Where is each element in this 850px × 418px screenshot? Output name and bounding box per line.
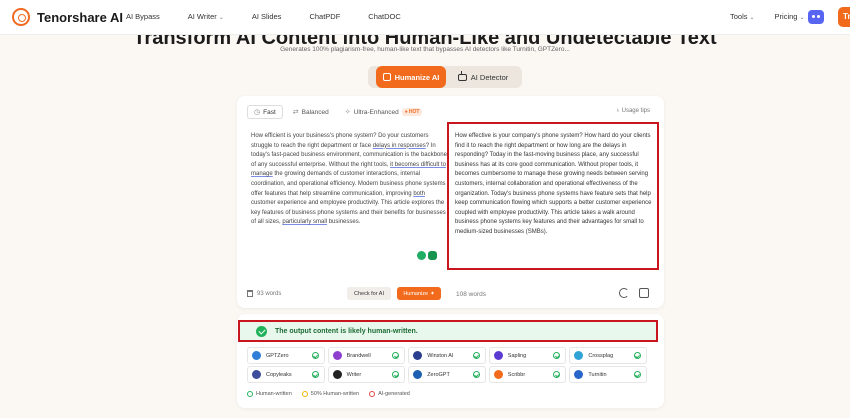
editor-card: ◷ Fast ⇄ Balanced ✧ Ultra-Enhanced ● HOT …	[237, 96, 664, 308]
refresh-icon[interactable]	[619, 288, 629, 298]
check-icon	[311, 371, 319, 378]
check-icon	[311, 352, 319, 359]
mode-tabs: ◷ Fast ⇄ Balanced ✧ Ultra-Enhanced ● HOT	[247, 105, 432, 119]
half-circle-icon	[301, 391, 308, 397]
sapling-logo-icon	[493, 351, 503, 360]
zerogpt-logo-icon	[413, 370, 423, 379]
nav-link-ai-slides[interactable]: AI Slides	[252, 12, 282, 21]
usage-tips-link[interactable]: ♁ Usage tips	[615, 108, 650, 114]
brandwell-logo-icon	[332, 351, 342, 360]
nav-link-chatdoc[interactable]: ChatDOC	[368, 12, 401, 21]
detector-grid: GPTZero Brandwell Winston AI Sapling Cro…	[247, 347, 647, 385]
clock-icon: ◷	[254, 109, 261, 116]
check-icon	[472, 371, 480, 378]
legend-partial: 50% Human-written	[301, 391, 359, 397]
detection-result-panel: The output content is likely human-writt…	[237, 314, 664, 408]
detector-winston-ai: Winston AI	[408, 347, 486, 364]
check-icon	[472, 352, 480, 359]
copyleaks-logo-icon	[252, 370, 261, 379]
nav-link-pricing[interactable]: Pricing ⌄	[775, 12, 805, 21]
tab-ultra-enhanced[interactable]: ✧ Ultra-Enhanced ● HOT	[339, 105, 429, 119]
location-icon[interactable]	[417, 251, 426, 260]
detector-sapling: Sapling	[488, 347, 567, 364]
nav-link-chatpdf[interactable]: ChatPDF	[309, 12, 340, 21]
detector-row: Copyleaks Writer ZeroGPT Scribbr Turniti…	[247, 366, 647, 383]
detector-brandwell: Brandwell	[327, 347, 406, 364]
sparkle-icon: ✦	[430, 290, 435, 297]
balance-icon: ⇄	[292, 109, 299, 116]
winston-logo-icon	[413, 351, 423, 360]
chevron-down-icon: ⌄	[749, 15, 755, 21]
hot-badge: ● HOT	[401, 108, 423, 116]
x-circle-icon	[369, 391, 376, 397]
flagged-phrase: particularly small	[282, 219, 328, 226]
try-button[interactable]: Try	[838, 7, 850, 27]
input-word-count: 93 words	[247, 290, 281, 297]
brand-logo[interactable]: Tenorshare AI	[12, 8, 123, 26]
discord-icon[interactable]	[808, 10, 824, 24]
humanize-ai-tab[interactable]: Humanize AI	[376, 66, 446, 88]
result-text: The output content is likely human-writt…	[275, 327, 418, 335]
check-circle-icon	[247, 391, 253, 397]
flagged-phrase: both	[413, 190, 425, 197]
wand-icon: ✧	[344, 109, 351, 116]
detector-row: GPTZero Brandwell Winston AI Sapling Cro…	[247, 347, 647, 364]
nav-link-ai-bypass[interactable]: AI Bypass	[126, 12, 160, 21]
humanize-button[interactable]: Humanize ✦	[397, 287, 441, 300]
grammarly-icon[interactable]	[428, 251, 437, 260]
tenorshare-logo-icon	[12, 8, 30, 26]
flagged-phrase: delays in responses	[372, 142, 426, 149]
gptzero-logo-icon	[252, 351, 261, 360]
output-word-count: 108 words	[456, 291, 486, 298]
detector-scribbr: Scribbr	[488, 366, 567, 383]
detector-gptzero: GPTZero	[247, 347, 325, 364]
tab-balanced[interactable]: ⇄ Balanced	[287, 105, 335, 119]
check-icon	[553, 371, 561, 378]
crossplag-logo-icon	[574, 351, 584, 360]
chevron-down-icon: ⌄	[218, 15, 224, 21]
check-icon	[633, 371, 641, 378]
nav-link-tools[interactable]: Tools ⌄	[730, 12, 755, 21]
chevron-down-icon: ⌄	[799, 15, 805, 21]
copy-icon[interactable]	[639, 288, 649, 298]
output-text: How effective is your company's phone sy…	[455, 133, 652, 235]
mode-toggle: Humanize AI AI Detector	[368, 66, 522, 88]
detector-zerogpt: ZeroGPT	[408, 366, 486, 383]
legend-human: Human-written	[247, 391, 292, 397]
legend-ai: AI-generated	[369, 391, 410, 397]
fire-icon: ●	[404, 109, 408, 115]
brand-name: Tenorshare AI	[37, 9, 123, 25]
input-textarea[interactable]: How efficient is your business's phone s…	[251, 132, 451, 228]
output-panel[interactable]: How effective is your company's phone sy…	[447, 122, 659, 270]
check-circle-icon	[256, 325, 267, 337]
scribbr-logo-icon	[493, 370, 503, 379]
check-icon	[392, 352, 400, 359]
nav-link-ai-writer[interactable]: AI Writer ⌄	[188, 12, 224, 21]
top-nav: Tenorshare AI AI Bypass AI Writer ⌄ AI Sl…	[0, 0, 850, 35]
check-icon	[553, 352, 561, 359]
check-icon	[392, 371, 400, 378]
face-icon	[382, 73, 391, 81]
detector-crossplag: Crossplag	[569, 347, 647, 364]
ai-detector-tab[interactable]: AI Detector	[452, 66, 514, 88]
detector-turnitin: Turnitin	[569, 366, 647, 383]
robot-icon	[457, 70, 467, 81]
check-icon	[633, 352, 641, 359]
check-for-ai-button[interactable]: Check for AI	[347, 287, 391, 300]
result-legend: Human-written 50% Human-written AI-gener…	[247, 391, 410, 397]
trash-icon[interactable]	[247, 290, 253, 297]
grammar-badges	[417, 251, 437, 260]
nav-links: AI Bypass AI Writer ⌄ AI Slides ChatPDF C…	[126, 12, 429, 21]
turnitin-logo-icon	[574, 370, 584, 379]
lightbulb-icon: ♁	[615, 108, 620, 114]
writer-logo-icon	[332, 370, 342, 379]
detector-writer: Writer	[327, 366, 406, 383]
detector-copyleaks: Copyleaks	[247, 366, 325, 383]
result-banner: The output content is likely human-writt…	[238, 320, 658, 342]
tab-fast[interactable]: ◷ Fast	[247, 105, 283, 119]
